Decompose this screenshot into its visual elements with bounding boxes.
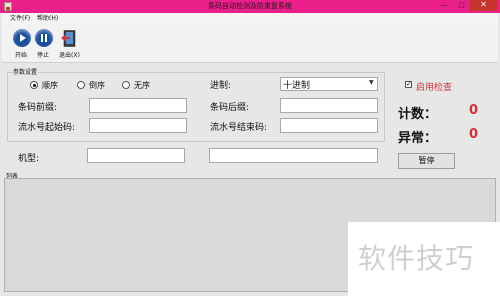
menu-file[interactable]: 文件(F) [10, 14, 30, 23]
radio-descending-label: 倒序 [89, 81, 105, 90]
count-label: 计数： [398, 107, 438, 122]
window-title: 条码自动检测及防重复系统 [208, 2, 292, 10]
close-button[interactable]: ✕ [470, 0, 497, 11]
error-label: 异常： [398, 131, 438, 146]
parameter-group-title: 参数设置 [12, 67, 39, 76]
enable-check-checkbox[interactable]: ✓ [405, 81, 412, 88]
exit-button-label[interactable]: 退出(X) [59, 50, 80, 59]
count-value: 0 [469, 103, 479, 118]
exit-icon[interactable] [61, 30, 77, 47]
stop-button-label[interactable]: 停止 [37, 50, 49, 59]
pause-button[interactable]: 暂停 [398, 153, 455, 169]
radio-unselected-icon [77, 81, 85, 89]
enable-check-label[interactable]: 启用检查 [416, 80, 452, 93]
radio-unordered-label: 无序 [134, 81, 150, 90]
chevron-down-icon[interactable]: ▼ [369, 79, 374, 86]
serial-start-label: 流水号起始码: [18, 123, 76, 133]
base-select-value: 十进制 [283, 81, 311, 91]
radio-ascending-label: 顺序 [42, 81, 58, 90]
watermark-text: 软件技巧 [358, 242, 475, 275]
pause-icon[interactable] [35, 29, 53, 47]
error-value: 0 [469, 127, 479, 142]
model-input[interactable] [87, 148, 185, 163]
model-extra-input[interactable] [209, 148, 378, 163]
menu-bar [2, 13, 498, 24]
serial-end-input[interactable] [280, 118, 378, 133]
radio-selected-icon [30, 81, 38, 89]
start-button-label[interactable]: 开始 [15, 50, 27, 59]
model-label: 机型: [18, 154, 40, 164]
minimize-button[interactable]: — [436, 0, 453, 11]
base-label: 进制: [210, 81, 232, 91]
serial-start-input[interactable] [89, 118, 187, 133]
radio-unordered[interactable]: 无序 [122, 80, 150, 91]
radio-descending[interactable]: 倒序 [77, 80, 105, 91]
barcode-suffix-label: 条码后缀: [210, 103, 250, 113]
serial-end-label: 流水号结束码: [210, 123, 268, 133]
barcode-prefix-input[interactable] [89, 98, 187, 113]
play-icon[interactable] [13, 29, 31, 47]
maximize-button[interactable]: □ [453, 0, 470, 11]
menu-help[interactable]: 帮助(H) [37, 14, 58, 23]
barcode-prefix-label: 条码前缀: [18, 103, 58, 113]
barcode-suffix-input[interactable] [280, 98, 378, 113]
radio-ascending[interactable]: 顺序 [30, 80, 58, 91]
radio-unselected-icon [122, 81, 130, 89]
